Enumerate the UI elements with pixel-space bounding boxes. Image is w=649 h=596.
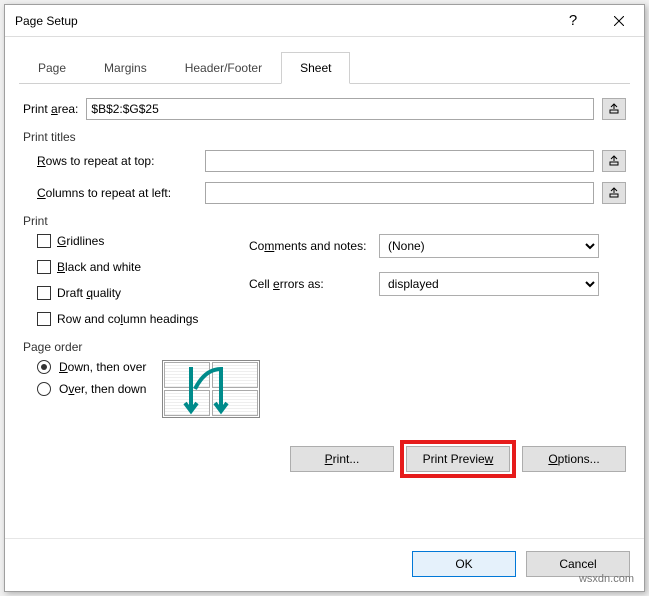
gridlines-label: Gridlines (57, 234, 104, 248)
cols-repeat-collapse-button[interactable] (602, 182, 626, 204)
print-titles-group: Print titles Rows to repeat at top: Colu… (23, 130, 626, 204)
checkbox-icon (37, 260, 51, 274)
cell-errors-select[interactable]: displayed (379, 272, 599, 296)
black-white-label: Black and white (57, 260, 141, 274)
print-area-collapse-button[interactable] (602, 98, 626, 120)
print-area-input[interactable] (86, 98, 594, 120)
draft-quality-label: Draft quality (57, 286, 121, 300)
row-col-headings-checkbox[interactable]: Row and column headings (37, 312, 227, 326)
draft-quality-checkbox[interactable]: Draft quality (37, 286, 227, 300)
over-then-down-radio[interactable]: Over, then down (37, 382, 146, 396)
gridlines-checkbox[interactable]: Gridlines (37, 234, 227, 248)
checkbox-icon (37, 234, 51, 248)
ok-button[interactable]: OK (412, 551, 516, 577)
print-group: Print Gridlines Black and white (23, 214, 626, 332)
rows-repeat-collapse-button[interactable] (602, 150, 626, 172)
sheet-tab-body: Print area: document.querySelector('[dat… (19, 84, 630, 528)
tab-strip: Page Margins Header/Footer Sheet (19, 51, 630, 84)
checkbox-icon (37, 312, 51, 326)
cols-repeat-row: Columns to repeat at left: (37, 182, 626, 204)
tab-page[interactable]: Page (19, 52, 85, 84)
action-button-row: Print... Print Preview Options... (23, 426, 626, 472)
page-order-legend: Page order (23, 340, 626, 354)
close-button[interactable] (596, 6, 642, 36)
print-checkboxes: Gridlines Black and white Draft quality (37, 234, 227, 332)
options-button[interactable]: Options... (522, 446, 626, 472)
rows-repeat-row: Rows to repeat at top: (37, 150, 626, 172)
print-dropdowns: Comments and notes: (None) Cell errors a… (249, 234, 599, 296)
help-button[interactable]: ? (550, 6, 596, 36)
watermark: wsxdn.com (579, 573, 634, 585)
page-order-preview (162, 360, 260, 418)
tab-header-footer[interactable]: Header/Footer (166, 52, 281, 84)
dialog-content: Page Margins Header/Footer Sheet Print a… (5, 37, 644, 538)
comments-label: Comments and notes: (249, 239, 379, 253)
collapse-range-icon (608, 155, 620, 167)
checkbox-icon (37, 286, 51, 300)
print-area-row: Print area: (23, 98, 626, 120)
page-order-group: Page order Down, then over Over, then do… (23, 340, 626, 418)
close-icon (614, 16, 624, 26)
print-titles-legend: Print titles (23, 130, 626, 144)
over-then-down-label: Over, then down (59, 382, 146, 396)
collapse-range-icon (608, 187, 620, 199)
collapse-range-icon (608, 103, 620, 115)
down-then-over-label: Down, then over (59, 360, 146, 374)
rows-repeat-label: Rows to repeat at top: (37, 154, 197, 168)
print-area-label: Print area: (23, 102, 78, 116)
down-then-over-radio[interactable]: Down, then over (37, 360, 146, 374)
dialog-footer: OK Cancel (5, 538, 644, 591)
radio-selected-icon (37, 360, 51, 374)
print-legend: Print (23, 214, 626, 228)
cell-errors-label: Cell errors as: (249, 277, 379, 291)
dialog-title: Page Setup (15, 14, 550, 28)
cols-repeat-label: Columns to repeat at left: (37, 186, 197, 200)
titlebar: Page Setup ? (5, 5, 644, 37)
page-setup-dialog: Page Setup ? Page Margins Header/Footer … (4, 4, 645, 592)
black-white-checkbox[interactable]: Black and white (37, 260, 227, 274)
row-col-headings-label: Row and column headings (57, 312, 198, 326)
tab-sheet[interactable]: Sheet (281, 52, 350, 84)
tab-margins[interactable]: Margins (85, 52, 166, 84)
comments-select[interactable]: (None) (379, 234, 599, 258)
print-button[interactable]: Print... (290, 446, 394, 472)
radio-icon (37, 382, 51, 396)
question-icon: ? (569, 12, 577, 29)
rows-repeat-input[interactable] (205, 150, 594, 172)
cols-repeat-input[interactable] (205, 182, 594, 204)
print-preview-button[interactable]: Print Preview (406, 446, 510, 472)
